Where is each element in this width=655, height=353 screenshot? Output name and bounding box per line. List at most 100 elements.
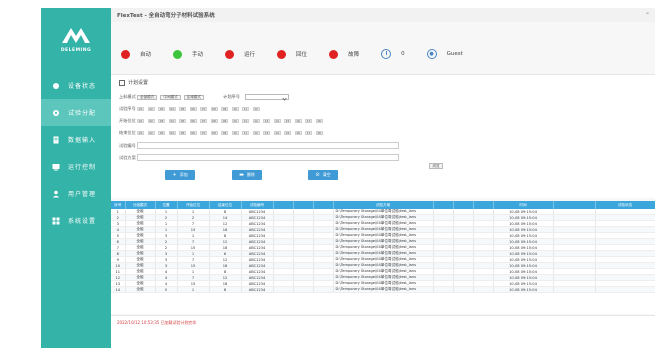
- position-chip[interactable]: 07: [200, 130, 207, 136]
- table-body: 1 全组 1 1 8 ABC1234 D:\Temporary Storage\04单位弯试…: [111, 209, 655, 294]
- position-chip[interactable]: 05: [179, 118, 186, 124]
- column-header[interactable]: [553, 201, 596, 209]
- column-header[interactable]: [273, 201, 294, 209]
- position-chip[interactable]: 02: [147, 118, 155, 124]
- test-number-row: 试验序号 01 02 03 04 05 06 07 08 09 10 11 12: [119, 106, 263, 112]
- status-indicator-icon: [225, 49, 235, 59]
- column-header[interactable]: 试验编号: [241, 201, 274, 209]
- column-header[interactable]: 分组模式: [125, 201, 156, 209]
- sidebar-item-data-input[interactable]: 数据输入: [41, 126, 111, 153]
- position-chip[interactable]: 17: [305, 118, 312, 124]
- status-indicator-icon: [277, 49, 287, 59]
- test-scheme-input[interactable]: [137, 154, 399, 161]
- position-chip[interactable]: 09: [221, 130, 228, 136]
- position-chip[interactable]: 13: [263, 118, 270, 124]
- table-row[interactable]: 14 全组 5 1 8 ABC1234 D:\Temporary Storage\04单位弯…: [111, 286, 655, 294]
- position-chip[interactable]: 06: [189, 118, 197, 124]
- position-chip[interactable]: 03: [158, 106, 165, 112]
- app-window: DELEMING 设备状态 试验分配 数据输入 运行控制 用户管理 系统设置 F…: [0, 0, 655, 353]
- position-chip[interactable]: 15: [284, 130, 291, 136]
- position-chip[interactable]: 08: [210, 106, 218, 112]
- position-chip[interactable]: 16: [294, 118, 302, 124]
- mode-middle-button[interactable]: 中间模式: [160, 94, 181, 100]
- position-chip[interactable]: 04: [168, 106, 176, 112]
- position-chip[interactable]: 12: [252, 118, 260, 124]
- column-header[interactable]: [293, 201, 314, 209]
- position-chip[interactable]: 10: [231, 130, 239, 136]
- position-chip[interactable]: 07: [200, 106, 207, 112]
- position-chip[interactable]: 16: [294, 130, 302, 136]
- position-chip[interactable]: 03: [158, 130, 165, 136]
- position-chip[interactable]: 05: [179, 130, 186, 136]
- sidebar-item-user-management[interactable]: 用户管理: [41, 180, 111, 207]
- test-id-label: 试验编号: [119, 142, 136, 148]
- position-chip[interactable]: 10: [231, 118, 239, 124]
- position-chip[interactable]: 18: [315, 130, 323, 136]
- position-chip[interactable]: 03: [158, 118, 165, 124]
- position-chip[interactable]: 01: [137, 106, 144, 112]
- sidebar-item-test-assignment[interactable]: 试验分配: [41, 99, 111, 126]
- position-chip[interactable]: 02: [147, 130, 155, 136]
- position-chip[interactable]: 07: [200, 118, 207, 124]
- sidebar-item-device-status[interactable]: 设备状态: [41, 72, 111, 99]
- browse-button[interactable]: 浏览: [429, 163, 443, 169]
- mode-all-button[interactable]: 全部模式: [137, 94, 158, 100]
- position-chip[interactable]: 14: [273, 118, 281, 124]
- position-chip[interactable]: 04: [168, 130, 176, 136]
- clock-icon: [381, 49, 392, 59]
- column-header[interactable]: 时间: [493, 201, 554, 209]
- sidebar-item-system-settings[interactable]: 系统设置: [41, 207, 111, 234]
- position-chip[interactable]: 04: [168, 118, 176, 124]
- position-chip[interactable]: 11: [242, 130, 249, 136]
- user-icon: [52, 190, 60, 198]
- column-header[interactable]: 试验状态: [595, 201, 655, 209]
- position-chip[interactable]: 08: [210, 130, 218, 136]
- clear-button[interactable]: ⊘ 清空: [308, 170, 338, 180]
- position-chip[interactable]: 02: [147, 106, 155, 112]
- position-chip[interactable]: 09: [221, 106, 228, 112]
- position-chip[interactable]: 14: [273, 130, 281, 136]
- plan-number-select[interactable]: [244, 94, 289, 100]
- position-chip[interactable]: 01: [137, 118, 144, 124]
- column-header[interactable]: 位置: [155, 201, 178, 209]
- position-chip[interactable]: 12: [252, 130, 260, 136]
- column-header[interactable]: 序号: [111, 201, 126, 209]
- sidebar-item-label: 运行控制: [68, 164, 97, 171]
- delete-button[interactable]: ▬ 删除: [232, 170, 262, 180]
- test-id-input[interactable]: [137, 142, 399, 149]
- position-chip[interactable]: 17: [305, 130, 312, 136]
- column-header[interactable]: 开始位位: [177, 201, 210, 209]
- status-user[interactable]: ● Guest: [426, 49, 463, 59]
- add-button[interactable]: + 添加: [165, 170, 195, 180]
- sidebar-item-run-control[interactable]: 运行控制: [41, 153, 111, 180]
- position-chip[interactable]: 11: [242, 118, 249, 124]
- column-header[interactable]: 结束位位: [209, 201, 242, 209]
- column-header[interactable]: [313, 201, 334, 209]
- position-chip[interactable]: 12: [252, 106, 260, 112]
- position-chip[interactable]: 15: [284, 118, 291, 124]
- position-chip[interactable]: 10: [231, 106, 239, 112]
- mode-area-button[interactable]: 区域模式: [183, 94, 205, 100]
- position-chip[interactable]: 13: [263, 130, 270, 136]
- sidebar-item-label: 系统设置: [68, 218, 97, 225]
- panel-title: 计划设置: [119, 79, 148, 86]
- loading-mode-label: 上料模式: [119, 94, 136, 99]
- log-area: 2022/10/12 10:53:35 已加载试验计划完毕: [111, 315, 655, 348]
- position-chip[interactable]: 09: [221, 118, 228, 124]
- column-header[interactable]: 试验方案: [333, 201, 434, 209]
- table-cell: 1: [177, 286, 210, 294]
- position-chip[interactable]: 06: [189, 106, 197, 112]
- position-chip[interactable]: 05: [179, 106, 186, 112]
- position-chip[interactable]: 01: [137, 130, 144, 136]
- dot-icon: [52, 82, 60, 90]
- column-header[interactable]: [473, 201, 494, 209]
- position-chip[interactable]: 11: [242, 106, 249, 112]
- column-header[interactable]: [433, 201, 454, 209]
- plan-table: 序号 分组模式 位置 开始位位 结束位位 试验编号 试验方案 时间 试验状态 1 全组 1 1 8 ABC…: [111, 201, 655, 314]
- column-header[interactable]: [453, 201, 474, 209]
- minimize-button[interactable]: –: [646, 10, 649, 17]
- position-chip[interactable]: 08: [210, 118, 218, 124]
- position-chip[interactable]: 06: [189, 130, 197, 136]
- position-chip[interactable]: 18: [315, 118, 323, 124]
- start-position-label: 开始位位: [119, 118, 136, 123]
